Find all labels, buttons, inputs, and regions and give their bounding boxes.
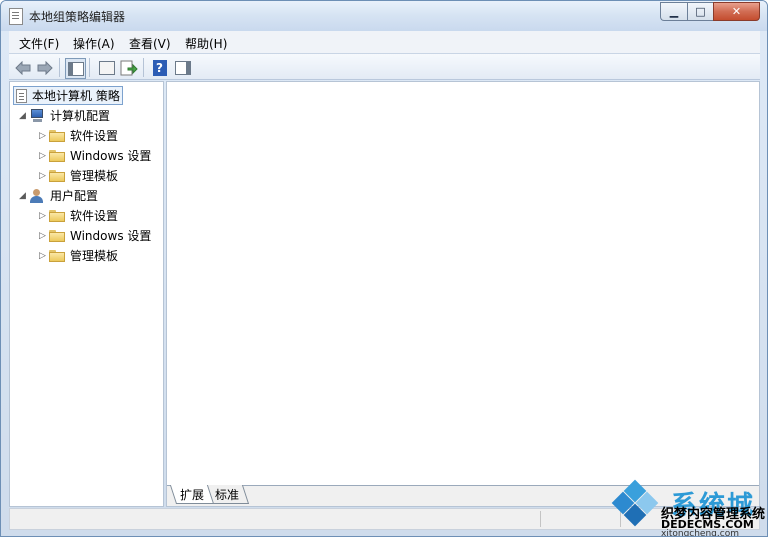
help-button[interactable]: ? <box>150 58 169 77</box>
menu-bar: 文件(F) 操作(A) 查看(V) 帮助(H) <box>9 31 760 53</box>
menu-view[interactable]: 查看(V) <box>129 35 171 52</box>
minimize-button[interactable]: ▁ <box>660 2 687 21</box>
expand-arrow-icon[interactable]: ▷ <box>39 151 49 161</box>
title-bar[interactable]: 本地组策略编辑器 ▁ □ ✕ <box>1 1 767 31</box>
properties-icon <box>98 60 115 75</box>
window: 本地组策略编辑器 ▁ □ ✕ 文件(F) 操作(A) 查看(V) 帮助(H) ?… <box>0 0 768 537</box>
menu-file[interactable]: 文件(F) <box>19 35 59 52</box>
tree-item-label: 计算机配置 <box>50 109 111 123</box>
show-hide-tree-button[interactable] <box>65 58 86 79</box>
tree-item-user-admin-templates[interactable]: ▷ 管理模板 <box>39 246 118 265</box>
show-action-pane-button[interactable] <box>173 58 192 77</box>
folder-icon <box>49 249 65 262</box>
folder-icon <box>49 149 65 162</box>
tree-root-selection: 本地计算机 策略 <box>13 86 123 105</box>
forward-arrow-icon <box>37 60 53 75</box>
toolbar: ? <box>9 53 760 80</box>
menu-help[interactable]: 帮助(H) <box>185 35 227 52</box>
collapse-arrow-icon[interactable]: ◢ <box>19 191 29 201</box>
folder-icon <box>49 209 65 222</box>
back-button[interactable] <box>13 58 32 77</box>
folder-icon <box>49 229 65 242</box>
window-title: 本地组策略编辑器 <box>29 10 126 24</box>
policy-document-icon <box>16 88 27 103</box>
watermark: 系统城 织梦内容管理系统 DEDECMS.COM xitongcheng.com <box>611 479 765 537</box>
tree-item-label: 管理模板 <box>70 169 119 183</box>
folder-icon <box>49 129 65 142</box>
tree-item-user-windows[interactable]: ▷ Windows 设置 <box>39 226 151 245</box>
menu-action[interactable]: 操作(A) <box>73 35 115 52</box>
details-pane[interactable]: 标准 扩展 <box>166 81 760 507</box>
tree-item-computer-software[interactable]: ▷ 软件设置 <box>39 126 118 145</box>
tree-item-label: 软件设置 <box>70 129 119 143</box>
tree-item-label: 软件设置 <box>70 209 119 223</box>
console-tree-icon <box>67 61 84 76</box>
app-icon <box>9 8 23 25</box>
action-pane-icon <box>174 60 191 75</box>
maximize-icon: □ <box>695 5 706 18</box>
tree-item-label: Windows 设置 <box>70 149 152 163</box>
caption-buttons: ▁ □ ✕ <box>660 2 760 21</box>
help-icon: ? <box>152 59 167 76</box>
tab-label: 扩展 <box>179 487 204 502</box>
watermark-small-url: xitongcheng.com <box>661 529 739 537</box>
expand-arrow-icon[interactable]: ▷ <box>39 171 49 181</box>
expand-arrow-icon[interactable]: ▷ <box>39 251 49 261</box>
tab-extended[interactable]: 扩展 <box>169 485 215 504</box>
collapse-arrow-icon[interactable]: ◢ <box>19 111 29 121</box>
toolbar-separator <box>59 58 60 77</box>
export-list-icon <box>120 60 138 75</box>
properties-button[interactable] <box>97 58 116 77</box>
tab-label: 标准 <box>214 487 239 502</box>
console-tree[interactable]: 本地计算机 策略 ◢ 计算机配置 ▷ 软件设置 ▷ Windows 设置 ▷ 管… <box>9 81 164 507</box>
export-list-button[interactable] <box>119 58 138 77</box>
back-arrow-icon <box>14 60 30 75</box>
tree-root[interactable]: 本地计算机 策略 <box>13 86 123 105</box>
status-separator <box>540 511 541 527</box>
toolbar-separator <box>89 58 90 77</box>
user-icon <box>29 188 45 203</box>
tree-item-user-config[interactable]: ◢ 用户配置 <box>19 186 98 205</box>
forward-button[interactable] <box>35 58 54 77</box>
tree-item-computer-admin-templates[interactable]: ▷ 管理模板 <box>39 166 118 185</box>
minimize-icon: ▁ <box>669 5 679 18</box>
close-icon: ✕ <box>731 5 742 18</box>
computer-icon <box>29 108 45 123</box>
maximize-button[interactable]: □ <box>687 2 713 21</box>
tree-item-label: 用户配置 <box>50 189 99 203</box>
expand-arrow-icon[interactable]: ▷ <box>39 211 49 221</box>
tree-item-computer-config[interactable]: ◢ 计算机配置 <box>19 106 110 125</box>
tree-item-computer-windows[interactable]: ▷ Windows 设置 <box>39 146 151 165</box>
expand-arrow-icon[interactable]: ▷ <box>39 231 49 241</box>
toolbar-separator <box>143 58 144 77</box>
tree-item-label: Windows 设置 <box>70 229 152 243</box>
folder-icon <box>49 169 65 182</box>
watermark-logo-icon <box>611 479 659 527</box>
tree-item-user-software[interactable]: ▷ 软件设置 <box>39 206 118 225</box>
expand-arrow-icon[interactable]: ▷ <box>39 131 49 141</box>
tree-root-label: 本地计算机 策略 <box>32 89 120 103</box>
close-button[interactable]: ✕ <box>713 2 760 21</box>
tree-item-label: 管理模板 <box>70 249 119 263</box>
